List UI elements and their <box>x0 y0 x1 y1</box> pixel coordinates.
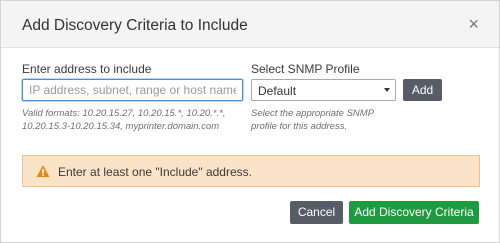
address-format-hint: Valid formats: 10.20.15.27, 10.20.15.*, … <box>22 108 226 132</box>
alert-message: Enter at least one "Include" address. <box>58 165 252 179</box>
address-input[interactable] <box>22 79 243 101</box>
validation-alert: Enter at least one "Include" address. <box>22 155 480 187</box>
dialog-title: Add Discovery Criteria to Include <box>22 17 248 34</box>
add-discovery-criteria-dialog: Add Discovery Criteria to Include × Ente… <box>0 0 500 243</box>
cancel-button[interactable]: Cancel <box>290 201 343 224</box>
add-discovery-criteria-button[interactable]: Add Discovery Criteria <box>349 201 479 224</box>
close-icon[interactable]: × <box>468 15 479 33</box>
snmp-profile-value: Default <box>258 84 297 98</box>
chevron-down-icon <box>384 88 390 92</box>
snmp-profile-select[interactable]: Default <box>251 79 396 101</box>
add-button[interactable]: Add <box>403 79 442 101</box>
dialog-header: Add Discovery Criteria to Include × <box>1 1 499 48</box>
warning-icon <box>36 165 50 177</box>
address-label: Enter address to include <box>22 62 152 76</box>
snmp-profile-hint: Select the appropriate SNMP profile for … <box>251 108 374 132</box>
snmp-profile-label: Select SNMP Profile <box>251 62 360 76</box>
